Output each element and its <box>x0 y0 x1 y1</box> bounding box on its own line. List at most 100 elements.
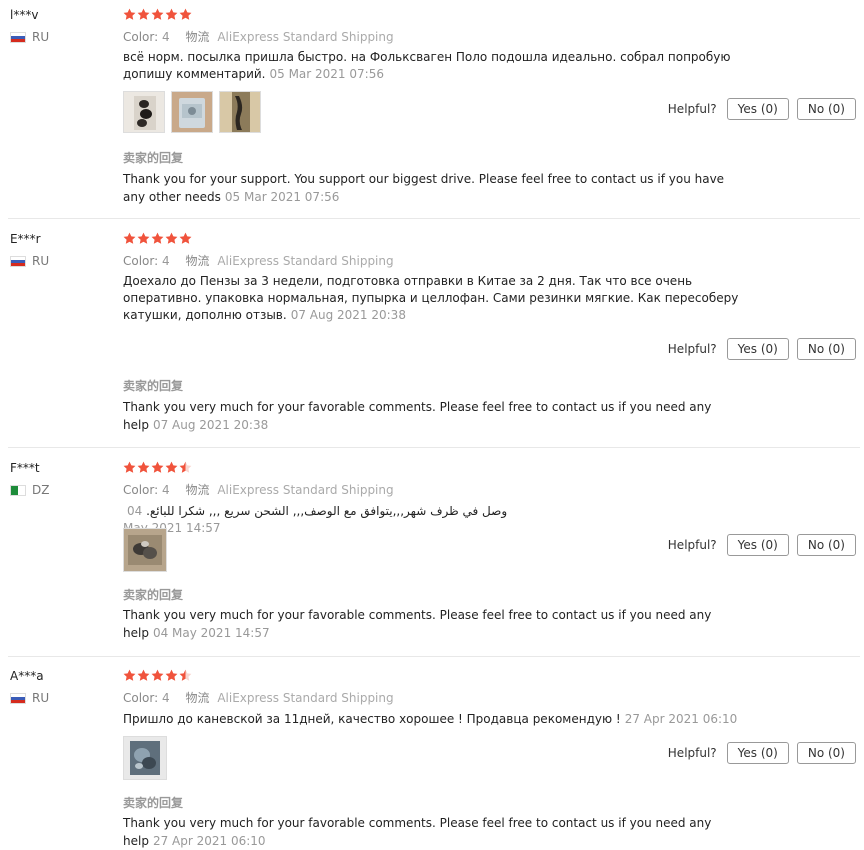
review-item: E***r RU Color: 4 物流 AliExpress Standard… <box>0 232 860 447</box>
review-text: всё норм. посылка пришла быстро. на Фоль… <box>123 49 743 83</box>
star-icon <box>123 669 136 681</box>
review-photos <box>123 91 261 133</box>
star-icon <box>151 461 164 473</box>
helpful-votes: Helpful? Yes (0) No (0) <box>668 534 856 556</box>
color-value: 4 <box>162 254 170 268</box>
star-icon <box>165 669 178 681</box>
star-icon <box>165 461 178 473</box>
star-icon <box>137 461 150 473</box>
color-value: 4 <box>162 691 170 705</box>
review-text: وصل في ظرف شهر,,,يتوافق مع الوصف,,, الشح… <box>123 503 508 537</box>
reviewer-country: RU <box>10 30 49 44</box>
review-meta: Color: 4 物流 AliExpress Standard Shipping <box>123 689 394 706</box>
seller-reply: Thank you very much for your favorable c… <box>123 814 733 850</box>
star-icon <box>179 8 192 20</box>
reviewer-name: F***t <box>10 461 40 475</box>
seller-reply-label: 卖家的回复 <box>123 796 184 810</box>
photo-icon[interactable] <box>123 91 165 133</box>
reviewer-country: RU <box>10 691 49 705</box>
color-value: 4 <box>162 483 170 497</box>
star-icon <box>137 669 150 681</box>
helpful-label: Helpful? <box>667 102 717 116</box>
review-meta: Color: 4 物流 AliExpress Standard Shipping <box>123 252 394 269</box>
star-icon <box>179 669 192 681</box>
star-icon <box>123 461 136 473</box>
country-code: RU <box>32 254 50 268</box>
review-item: l***v RU Color: 4 物流 AliExpress Standard… <box>0 8 860 218</box>
rating-stars <box>123 461 192 477</box>
country-code: DZ <box>32 483 50 497</box>
flag-icon <box>10 484 26 496</box>
review-text: Доехало до Пензы за 3 недели, подготовка… <box>123 273 773 324</box>
star-icon <box>137 232 150 244</box>
star-icon <box>165 232 178 244</box>
flag-icon <box>10 31 26 43</box>
review-divider <box>8 656 860 657</box>
review-photos <box>123 528 167 572</box>
helpful-yes-button[interactable]: Yes (0) <box>726 98 789 120</box>
reviewer-name: l***v <box>10 8 39 22</box>
review-body: وصل في ظرف شهر,,,يتوافق مع الوصف,,, الشح… <box>146 504 508 518</box>
star-icon <box>179 461 192 473</box>
country-code: RU <box>32 691 50 705</box>
rating-stars <box>123 232 192 248</box>
helpful-yes-button[interactable]: Yes (0) <box>726 534 789 556</box>
reviewer-country: DZ <box>10 483 49 497</box>
seller-reply-label: 卖家的回复 <box>123 379 184 393</box>
shipping-value: AliExpress Standard Shipping <box>217 691 394 705</box>
seller-reply-date: 04 May 2021 14:57 <box>152 626 270 640</box>
rating-stars <box>123 8 192 24</box>
star-icon <box>165 8 178 20</box>
review-divider <box>8 447 860 448</box>
shipping-label: 物流 <box>185 254 210 268</box>
review-body: Пришло до каневской за 11дней, качество … <box>123 712 621 726</box>
seller-reply-body: Thank you for your support. You support … <box>123 172 725 204</box>
helpful-yes-button[interactable]: Yes (0) <box>726 742 789 764</box>
seller-reply: Thank you very much for your favorable c… <box>123 606 733 642</box>
shipping-value: AliExpress Standard Shipping <box>217 483 394 497</box>
shipping-label: 物流 <box>185 483 210 497</box>
color-value: 4 <box>162 30 170 44</box>
photo-icon[interactable] <box>123 528 167 572</box>
helpful-votes: Helpful? Yes (0) No (0) <box>668 742 856 764</box>
color-label: Color: <box>123 254 159 268</box>
seller-reply-label: 卖家的回复 <box>123 151 184 165</box>
helpful-no-button[interactable]: No (0) <box>796 534 856 556</box>
seller-reply-date: 05 Mar 2021 07:56 <box>224 190 340 204</box>
seller-reply: Thank you for your support. You support … <box>123 170 733 206</box>
shipping-label: 物流 <box>185 30 210 44</box>
review-item: A***a RU Color: 4 物流 AliExpress Standard… <box>0 669 860 850</box>
helpful-votes: Helpful? Yes (0) No (0) <box>668 98 856 120</box>
photo-icon[interactable] <box>219 91 261 133</box>
star-icon <box>151 8 164 20</box>
shipping-label: 物流 <box>185 691 210 705</box>
seller-reply: Thank you very much for your favorable c… <box>123 398 733 434</box>
helpful-label: Helpful? <box>667 746 717 760</box>
helpful-yes-button[interactable]: Yes (0) <box>726 338 789 360</box>
rating-stars <box>123 669 192 685</box>
review-date: 27 Apr 2021 06:10 <box>624 712 738 726</box>
star-icon <box>151 669 164 681</box>
reviewer-name: E***r <box>10 232 41 246</box>
seller-reply-date: 27 Apr 2021 06:10 <box>152 834 266 848</box>
review-meta: Color: 4 物流 AliExpress Standard Shipping <box>123 481 394 498</box>
flag-icon <box>10 255 26 267</box>
helpful-votes: Helpful? Yes (0) No (0) <box>668 338 856 360</box>
review-body: Доехало до Пензы за 3 недели, подготовка… <box>123 274 739 322</box>
photo-icon[interactable] <box>123 736 167 780</box>
star-icon <box>151 232 164 244</box>
color-label: Color: <box>123 30 159 44</box>
helpful-no-button[interactable]: No (0) <box>796 742 856 764</box>
helpful-label: Helpful? <box>667 342 717 356</box>
photo-icon[interactable] <box>171 91 213 133</box>
seller-reply-date: 07 Aug 2021 20:38 <box>152 418 269 432</box>
star-icon <box>123 232 136 244</box>
helpful-no-button[interactable]: No (0) <box>796 98 856 120</box>
country-code: RU <box>32 30 50 44</box>
reviewer-name: A***a <box>10 669 44 683</box>
helpful-no-button[interactable]: No (0) <box>796 338 856 360</box>
color-label: Color: <box>123 691 159 705</box>
review-meta: Color: 4 物流 AliExpress Standard Shipping <box>123 28 394 45</box>
review-item: F***t DZ Color: 4 物流 AliExpress Standard… <box>0 461 860 656</box>
shipping-value: AliExpress Standard Shipping <box>217 30 394 44</box>
